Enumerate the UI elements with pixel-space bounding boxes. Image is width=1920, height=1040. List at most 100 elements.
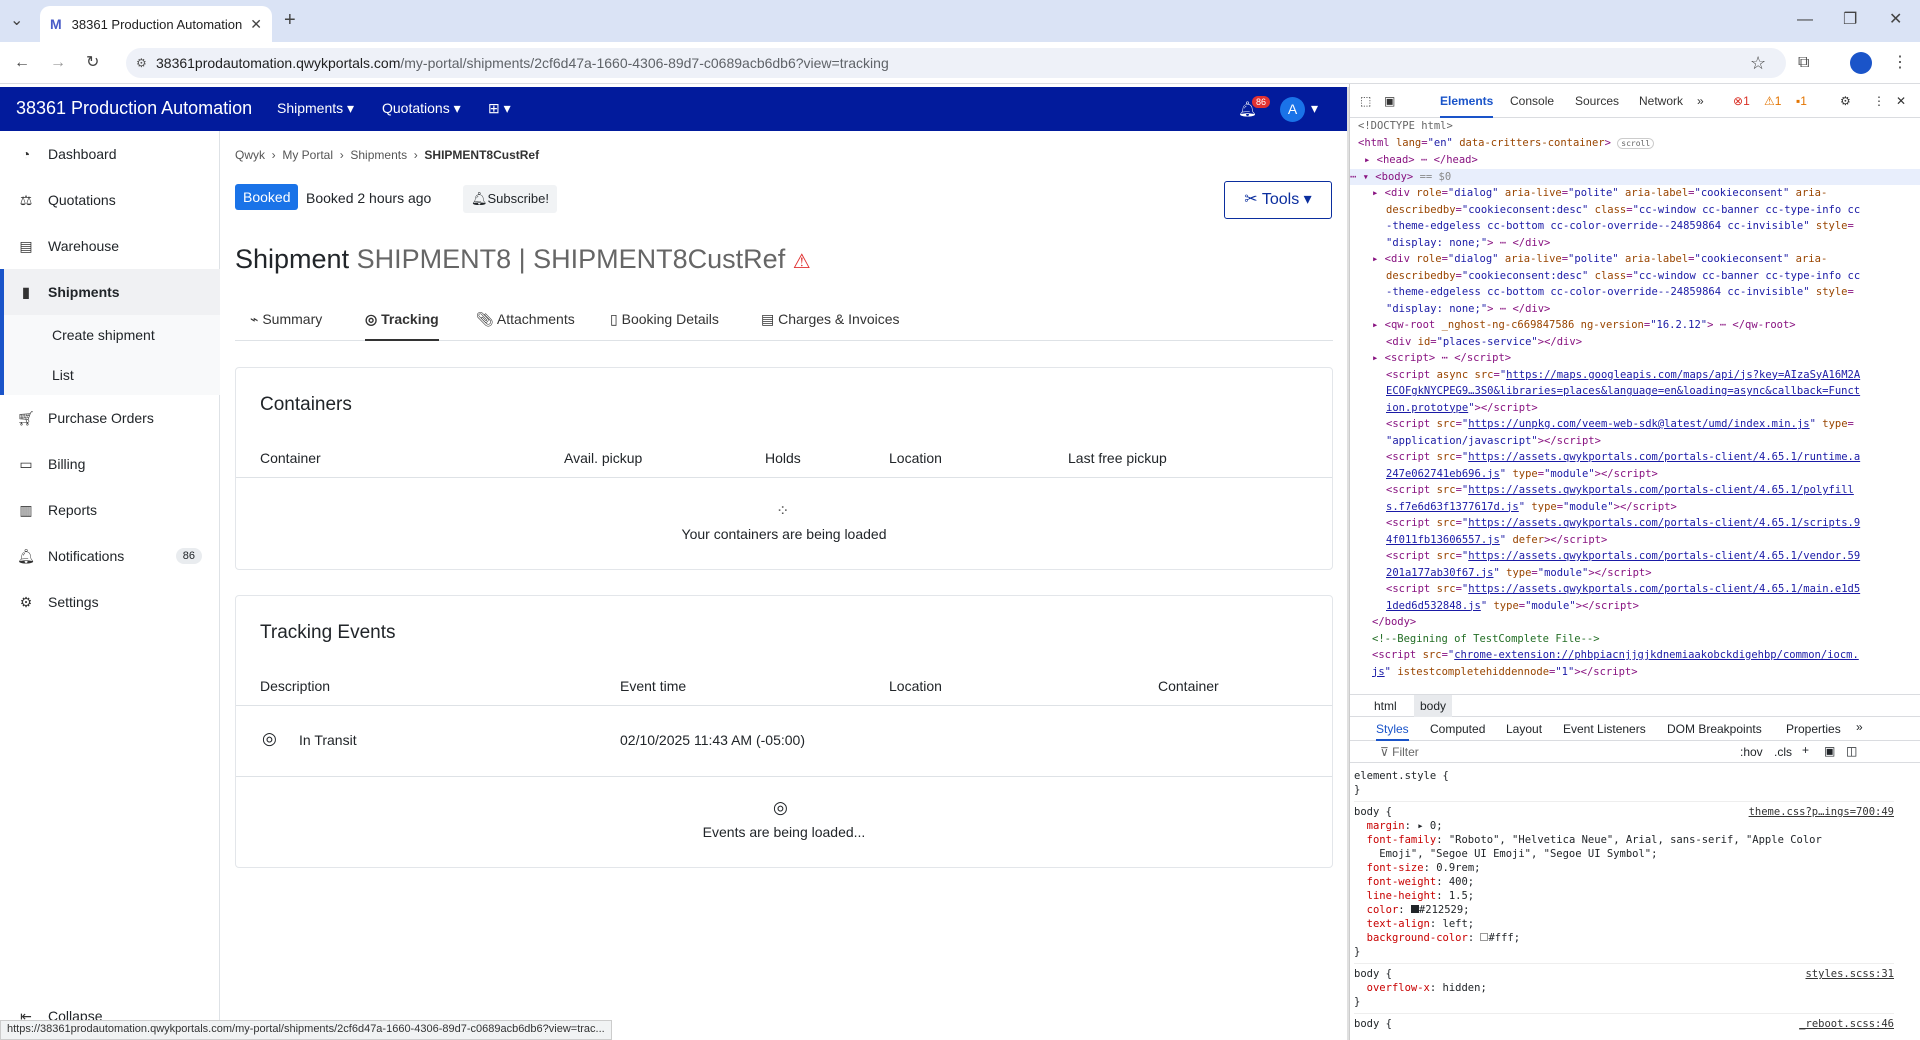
gear-icon[interactable]: ⚙ bbox=[1840, 94, 1851, 108]
styles-tab-dom-breakpoints[interactable]: DOM Breakpoints bbox=[1667, 722, 1762, 736]
minimize-icon[interactable]: — bbox=[1797, 10, 1813, 30]
error-count[interactable]: ⊗1 bbox=[1733, 94, 1750, 108]
cls-button[interactable]: .cls bbox=[1774, 745, 1792, 759]
containers-loading-text: Your containers are being loaded bbox=[681, 526, 887, 542]
sidebar-item-label: Purchase Orders bbox=[48, 410, 154, 426]
sidebar-sub-create-shipment[interactable]: Create shipment bbox=[0, 315, 220, 355]
sidebar-item-quotations[interactable]: ⚖ Quotations bbox=[0, 177, 220, 223]
forward-icon[interactable]: → bbox=[50, 53, 66, 73]
styles-tab-event-listeners[interactable]: Event Listeners bbox=[1563, 722, 1646, 736]
bookmark-star-icon[interactable]: ☆ bbox=[1750, 53, 1766, 73]
sidebar-item-warehouse[interactable]: ▤ Warehouse bbox=[0, 223, 220, 269]
sidebar-item-notifications[interactable]: 🔔︎ Notifications 86 bbox=[0, 533, 220, 579]
sidebar-item-dashboard[interactable]: ◔ Dashboard bbox=[0, 131, 220, 177]
radar-icon: ◎ bbox=[262, 729, 277, 748]
nav-quotations[interactable]: Quotations ▾ bbox=[382, 100, 461, 117]
tab-charges-invoices[interactable]: ▤ Charges & Invoices bbox=[761, 311, 900, 328]
reload-icon[interactable]: ↻ bbox=[86, 53, 99, 73]
more-tabs-icon[interactable]: » bbox=[1856, 720, 1863, 734]
device-toggle-icon[interactable]: ▣ bbox=[1384, 94, 1395, 108]
more-tabs-icon[interactable]: » bbox=[1697, 94, 1704, 108]
chevron-down-icon[interactable]: ▾ bbox=[1311, 100, 1318, 117]
extensions-icon[interactable]: ⧉ bbox=[1798, 53, 1809, 73]
sidebar-item-billing[interactable]: ▭ Billing bbox=[0, 441, 220, 487]
crumb-html[interactable]: html bbox=[1374, 699, 1397, 713]
inspect-icon[interactable]: ⬚ bbox=[1360, 94, 1371, 108]
col-event-time: Event time bbox=[620, 678, 687, 694]
site-info-icon[interactable]: ⚙ bbox=[136, 48, 147, 78]
subscribe-button[interactable]: 🔔︎Subscribe! bbox=[463, 185, 557, 213]
url-input[interactable]: ⚙ 38361prodautomation.qwykportals.com/my… bbox=[126, 48, 1786, 78]
sidebar-toggle-icon[interactable]: ◫ bbox=[1846, 744, 1857, 758]
tab-summary[interactable]: ⌁ Summary bbox=[250, 311, 322, 328]
restore-icon[interactable]: ❐ bbox=[1843, 10, 1857, 30]
devtools-tab-sources[interactable]: Sources bbox=[1575, 94, 1619, 108]
breadcrumb-my-portal[interactable]: My Portal bbox=[282, 148, 333, 162]
tab-list-icon[interactable]: ⌄ bbox=[10, 11, 23, 31]
add-rule-icon[interactable]: + bbox=[1802, 743, 1809, 757]
sidebar-item-shipments[interactable]: ▮ Shipments bbox=[0, 269, 220, 315]
kebab-menu-icon[interactable]: ⋮ bbox=[1873, 94, 1885, 108]
close-devtools-icon[interactable]: ✕ bbox=[1896, 94, 1906, 108]
tab-booking-details[interactable]: ▯ Booking Details bbox=[610, 311, 719, 328]
notification-count-badge: 86 bbox=[175, 548, 202, 564]
back-icon[interactable]: ← bbox=[14, 53, 30, 73]
filter-input[interactable]: ⊽ Filter bbox=[1380, 745, 1419, 759]
col-container: Container bbox=[260, 450, 321, 466]
tab-attachments[interactable]: 📎︎ Attachments bbox=[476, 311, 575, 328]
issues-count[interactable]: ▪1 bbox=[1796, 94, 1807, 108]
warning-count-text: 1 bbox=[1774, 94, 1782, 108]
devtools-tab-network[interactable]: Network bbox=[1639, 94, 1683, 108]
sidebar-item-purchase-orders[interactable]: 🛒︎ Purchase Orders bbox=[0, 395, 220, 441]
chart-icon: ▥ bbox=[19, 501, 33, 518]
warning-icon: ⚠ bbox=[792, 251, 811, 273]
tab-tracking[interactable]: ◎ Tracking bbox=[365, 311, 439, 341]
devtools-toolbar: ⬚ ▣ Elements Console Sources Network » ⊗… bbox=[1350, 84, 1920, 118]
crumb-body[interactable]: body bbox=[1414, 695, 1453, 717]
breadcrumb-shipments[interactable]: Shipments bbox=[350, 148, 407, 162]
close-window-icon[interactable]: ✕ bbox=[1889, 10, 1902, 30]
browser-tab[interactable]: M 38361 Production Automation ✕ bbox=[40, 6, 272, 42]
devtools-tab-elements[interactable]: Elements bbox=[1440, 94, 1494, 118]
col-holds: Holds bbox=[765, 450, 801, 466]
dom-tree[interactable]: <!DOCTYPE html> <html lang="en" data-cri… bbox=[1350, 118, 1920, 694]
styles-tab-layout[interactable]: Layout bbox=[1506, 722, 1542, 736]
containers-title: Containers bbox=[260, 394, 352, 415]
sidebar-item-reports[interactable]: ▥ Reports bbox=[0, 487, 220, 533]
dashboard-icon: ◔ bbox=[21, 146, 31, 162]
error-icon: ⊗ bbox=[1733, 94, 1744, 108]
styles-tab-styles[interactable]: Styles bbox=[1376, 722, 1409, 741]
paint-icon[interactable]: ▣ bbox=[1824, 744, 1835, 758]
chrome-menu-icon[interactable]: ⋮ bbox=[1892, 53, 1908, 73]
css-rules[interactable]: element.style { } body {theme.css?p…ings… bbox=[1354, 769, 1894, 1031]
sidebar-item-settings[interactable]: ⚙ Settings bbox=[0, 579, 220, 625]
styles-tab-properties[interactable]: Properties bbox=[1786, 722, 1841, 736]
devtools-tab-console[interactable]: Console bbox=[1510, 94, 1554, 108]
sidebar-item-label: Billing bbox=[48, 456, 86, 472]
divider bbox=[236, 776, 1332, 777]
url-path: /my-portal/shipments/2cf6d47a-1660-4306-… bbox=[400, 55, 889, 71]
divider bbox=[236, 477, 1332, 478]
styles-tab-computed[interactable]: Computed bbox=[1430, 722, 1485, 736]
gear-icon: ⚙ bbox=[19, 593, 33, 610]
breadcrumb-qwyk[interactable]: Qwyk bbox=[235, 148, 265, 162]
bell-icon: 🔔︎ bbox=[17, 547, 35, 564]
profile-icon[interactable] bbox=[1850, 52, 1872, 74]
tools-button[interactable]: ✂ Tools ▾ bbox=[1224, 181, 1332, 219]
hov-button[interactable]: :hov bbox=[1740, 745, 1763, 759]
nav-add-menu[interactable]: ⊞ ▾ bbox=[488, 100, 511, 117]
new-tab-icon[interactable]: + bbox=[284, 10, 296, 30]
col-last-free-pickup: Last free pickup bbox=[1068, 450, 1167, 466]
radar-icon: ◎ bbox=[365, 311, 378, 327]
warning-count[interactable]: ⚠1 bbox=[1764, 94, 1781, 108]
event-time: 02/10/2025 11:43 AM (-05:00) bbox=[620, 732, 805, 748]
close-tab-icon[interactable]: ✕ bbox=[250, 16, 262, 33]
brand-title[interactable]: 38361 Production Automation bbox=[16, 98, 252, 119]
tools-label: Tools bbox=[1261, 191, 1300, 208]
sidebar-sub-list[interactable]: List bbox=[0, 355, 220, 395]
devtools-panel: ⬚ ▣ Elements Console Sources Network » ⊗… bbox=[1349, 84, 1920, 1040]
spinner-icon: ⁘ bbox=[776, 503, 790, 520]
avatar[interactable]: A bbox=[1280, 97, 1305, 122]
breadcrumb: Qwyk › My Portal › Shipments › SHIPMENT8… bbox=[235, 148, 540, 162]
nav-shipments[interactable]: Shipments ▾ bbox=[277, 100, 354, 117]
